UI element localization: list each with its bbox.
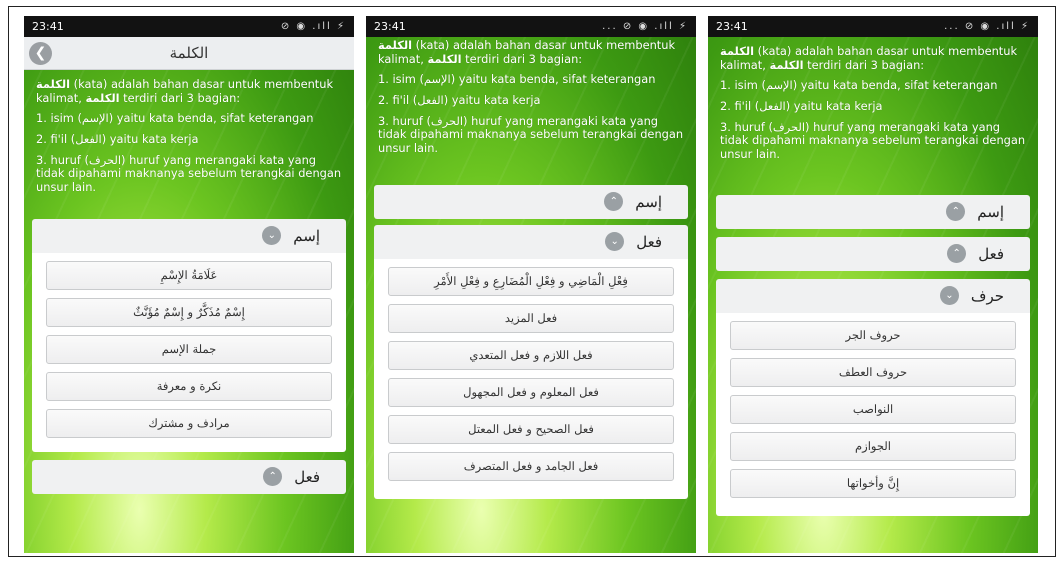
chevron-up-icon: ⌃ <box>946 202 966 222</box>
section-label: فعل <box>978 244 1004 263</box>
intro-text: الكلمة (kata) adalah bahan dasar untuk m… <box>720 44 1026 162</box>
chevron-down-icon: ⌄ <box>605 232 625 252</box>
list-item[interactable]: حروف الجر <box>730 320 1016 350</box>
status-time: 23:41 <box>374 20 406 33</box>
phone-screen-3: 23:41 ... ⊘ ◉ .ıll ⚡ الكلمة (kata) adala… <box>708 16 1038 553</box>
list-item[interactable]: فعل اللازم و فعل المتعدي <box>388 340 674 370</box>
section-isim-panel: عَلَامَةُ الإِسْمِ إِسْمٌ مُذَكَّرٌ و إِ… <box>32 252 346 452</box>
section-label: فعل <box>294 467 320 486</box>
status-bar: 23:41 ... ⊘ ◉ .ıll ⚡ <box>366 16 696 37</box>
status-time: 23:41 <box>716 20 748 33</box>
chevron-up-icon: ⌃ <box>947 244 967 264</box>
status-time: 23:41 <box>32 20 64 33</box>
screenshot-frame: 23:41 ⊘ ◉ .ıll ⚡ ❮ الكلمة الكلمة (kata) … <box>8 6 1056 557</box>
intro-text: الكلمة (kata) adalah bahan dasar untuk m… <box>378 38 684 156</box>
status-icons: ⊘ ◉ .ıll ⚡ <box>280 21 346 32</box>
phone-screen-2: 23:41 ... ⊘ ◉ .ıll ⚡ الكلمة (kata) adala… <box>366 16 696 553</box>
section-label: إسم <box>635 192 662 211</box>
section-isim-header[interactable]: إسم ⌄ <box>32 218 346 253</box>
page-title: الكلمة <box>169 44 209 62</box>
section-fiil-panel: فِعْلِ الْمَاضِي و فِعْلِ الْمُضَارِعِ و… <box>374 258 688 499</box>
status-bar: 23:41 ⊘ ◉ .ıll ⚡ <box>24 16 354 37</box>
section-isim-header[interactable]: إسم ⌃ <box>716 194 1030 229</box>
list-item[interactable]: فعل الصحيح و فعل المعتل <box>388 414 674 444</box>
list-item[interactable]: فعل الجامد و فعل المتصرف <box>388 451 674 481</box>
chevron-up-icon: ⌃ <box>604 192 624 212</box>
section-label: إسم <box>293 226 320 245</box>
section-fiil-header[interactable]: فعل ⌃ <box>716 236 1030 271</box>
app-title-bar: ❮ الكلمة <box>24 37 354 70</box>
list-item[interactable]: إِنَّ وأخواتها <box>730 468 1016 498</box>
list-item[interactable]: فعل المعلوم و فعل المجهول <box>388 377 674 407</box>
status-icons: ... ⊘ ◉ .ıll ⚡ <box>602 21 688 32</box>
list-item[interactable]: جملة الإسم <box>46 334 332 364</box>
list-item[interactable]: الجوازم <box>730 431 1016 461</box>
status-icons: ... ⊘ ◉ .ıll ⚡ <box>944 21 1030 32</box>
list-item[interactable]: فِعْلِ الْمَاضِي و فِعْلِ الْمُضَارِعِ و… <box>388 266 674 296</box>
section-label: إسم <box>977 202 1004 221</box>
chevron-up-icon: ⌃ <box>263 467 283 487</box>
status-bar: 23:41 ... ⊘ ◉ .ıll ⚡ <box>708 16 1038 37</box>
section-fiil-header[interactable]: فعل ⌄ <box>374 224 688 259</box>
section-harf-panel: حروف الجر حروف العطف النواصب الجوازم إِن… <box>716 312 1030 516</box>
list-item[interactable]: عَلَامَةُ الإِسْمِ <box>46 260 332 290</box>
list-item[interactable]: نكرة و معرفة <box>46 371 332 401</box>
list-item[interactable]: مرادف و مشترك <box>46 408 332 438</box>
section-fiil-header[interactable]: فعل ⌃ <box>32 459 346 494</box>
back-arrow-icon[interactable]: ❮ <box>29 42 52 65</box>
section-isim-header[interactable]: إسم ⌃ <box>374 184 688 219</box>
chevron-down-icon: ⌄ <box>262 226 282 246</box>
intro-text: الكلمة (kata) adalah bahan dasar untuk m… <box>36 77 342 195</box>
chevron-down-icon: ⌄ <box>939 286 959 306</box>
list-item[interactable]: إِسْمٌ مُذَكَّرٌ و إِسْمٌ مُؤَنَّثٌ <box>46 297 332 327</box>
list-item[interactable]: حروف العطف <box>730 357 1016 387</box>
list-item[interactable]: النواصب <box>730 394 1016 424</box>
phone-screen-1: 23:41 ⊘ ◉ .ıll ⚡ ❮ الكلمة الكلمة (kata) … <box>24 16 354 553</box>
list-item[interactable]: فعل المزيد <box>388 303 674 333</box>
section-label: حرف <box>970 286 1004 305</box>
section-harf-header[interactable]: حرف ⌄ <box>716 278 1030 313</box>
section-label: فعل <box>636 232 662 251</box>
